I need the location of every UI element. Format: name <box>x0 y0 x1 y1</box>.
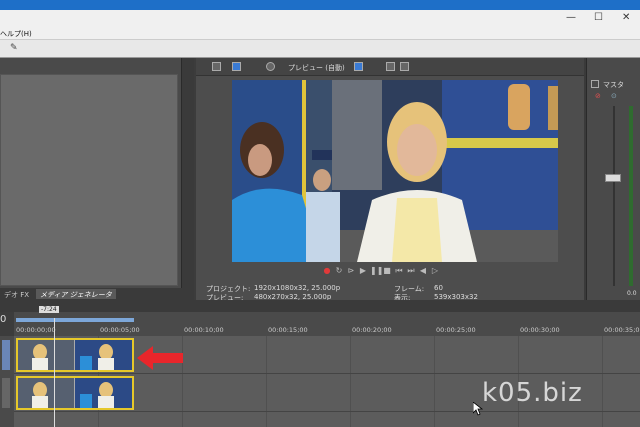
go-start-icon[interactable]: ⏮ <box>394 266 404 276</box>
external-monitor-icon[interactable] <box>232 62 241 71</box>
ruler-tick: 00:00:30;00 <box>520 326 560 334</box>
maximize-icon[interactable]: ☐ <box>594 12 603 23</box>
timeline-ruler[interactable]: 00:00:00;00 00:00:05;00 00:00:10;00 00:0… <box>14 312 640 336</box>
close-icon[interactable]: ✕ <box>622 12 630 23</box>
explorer-content <box>0 74 178 286</box>
copy-snapshot-icon[interactable] <box>386 62 395 71</box>
ruler-tick: 00:00:15;00 <box>268 326 308 334</box>
preview-settings-icon[interactable] <box>212 62 221 71</box>
ruler-tick: 00:00:10;00 <box>184 326 224 334</box>
preview-quality-dropdown[interactable]: プレビュー (自動) <box>288 63 345 73</box>
video-track-1[interactable] <box>14 336 640 374</box>
menu-bar: ヘルプ(H) <box>0 28 640 40</box>
time-counter: 0 <box>0 314 7 325</box>
video-clip-1[interactable] <box>16 338 134 372</box>
tab-video-fx[interactable]: デオ FX <box>0 289 33 299</box>
master-level: 0.0 <box>627 290 637 297</box>
mute-icon[interactable]: ⊘ <box>595 92 601 100</box>
watermark-text: k05.biz <box>482 378 583 408</box>
master-fader[interactable] <box>605 174 621 182</box>
video-track-header[interactable] <box>2 340 10 370</box>
next-frame-icon[interactable]: ▷ <box>430 266 440 276</box>
main-toolbar: ✎ <box>0 40 640 58</box>
tab-media-generators[interactable]: メディア ジェネレータ <box>36 289 116 299</box>
solo-icon[interactable]: ⊙ <box>611 92 617 100</box>
title-bar <box>0 0 640 10</box>
frame-value: 60 <box>434 284 443 292</box>
split-screen-icon[interactable] <box>266 62 275 71</box>
minimize-icon[interactable]: — <box>566 12 576 23</box>
explorer-panel: デオ FX メディア ジェネレータ <box>0 58 182 300</box>
pause-icon[interactable]: ❚❚ <box>370 266 383 276</box>
master-fx-icon[interactable] <box>591 80 599 88</box>
video-preview-panel: プレビュー (自動) ● ↻ ⊳ ▶ ❚❚■ ⏮ ⏭ ◀ ▷ プロジェクト: 1… <box>196 58 586 302</box>
panel-splitter[interactable] <box>182 58 194 300</box>
stop-icon[interactable]: ■ <box>382 266 392 276</box>
panel-tabs: デオ FX メディア ジェネレータ <box>0 288 182 300</box>
overlays-icon[interactable] <box>354 62 363 71</box>
preview-video-frame <box>232 80 558 262</box>
timeline-header: 0 <box>0 300 640 325</box>
ruler-tick: 00:00:35;00 <box>604 326 640 334</box>
menu-help[interactable]: ヘルプ(H) <box>0 29 32 39</box>
project-value: 1920x1080x32, 25.000p <box>254 284 341 292</box>
track-headers <box>0 336 14 427</box>
loop-length-marker: -7:24 <box>39 306 59 313</box>
play-icon[interactable]: ▶ <box>358 266 368 276</box>
playhead-cursor[interactable] <box>54 318 55 427</box>
loop-region[interactable] <box>16 318 134 322</box>
fader-track <box>613 106 615 286</box>
save-snapshot-icon[interactable] <box>400 62 409 71</box>
level-meter <box>629 106 633 286</box>
video-track-header-2[interactable] <box>2 378 10 408</box>
pin-icon[interactable]: ✎ <box>10 43 18 53</box>
master-bus-panel: マスタ ⊘ ⊙ 0.0 <box>586 58 640 300</box>
ruler-tick: 00:00:05;00 <box>100 326 140 334</box>
video-clip-2[interactable] <box>16 376 134 410</box>
loop-icon[interactable]: ↻ <box>334 266 344 276</box>
ruler-tick: 00:00:00;00 <box>16 326 56 334</box>
master-label: マスタ <box>603 81 624 89</box>
play-from-start-icon[interactable]: ⊳ <box>346 266 356 276</box>
window-controls-bar: — ☐ ✕ <box>0 10 640 28</box>
prev-frame-icon[interactable]: ◀ <box>418 266 428 276</box>
record-icon[interactable]: ● <box>322 266 332 276</box>
transport-controls: ● ↻ ⊳ ▶ ❚❚■ ⏮ ⏭ ◀ ▷ <box>322 266 442 276</box>
preview-toolbar: プレビュー (自動) <box>196 58 586 76</box>
ruler-tick: 00:00:25;00 <box>436 326 476 334</box>
red-arrow-icon <box>137 346 183 372</box>
ruler-tick: 00:00:20;00 <box>352 326 392 334</box>
go-end-icon[interactable]: ⏭ <box>406 266 416 276</box>
